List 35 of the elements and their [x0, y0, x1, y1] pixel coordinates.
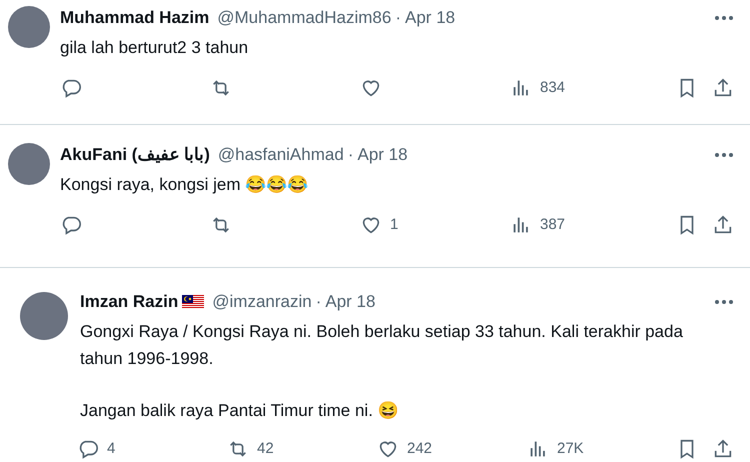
reply-icon	[60, 77, 82, 100]
retweet-button[interactable]: 42	[227, 438, 297, 460]
avatar[interactable]	[8, 143, 50, 185]
more-icon	[714, 152, 734, 158]
more-icon	[714, 15, 734, 21]
views-button[interactable]: 27K	[527, 438, 597, 460]
avatar[interactable]	[20, 292, 68, 340]
author-name[interactable]: Muhammad Hazim	[60, 6, 210, 30]
like-button[interactable]: 242	[377, 438, 447, 460]
reply-icon	[77, 438, 99, 460]
post-text: Kongsi raya, kongsi jem 😂😂😂	[60, 174, 310, 196]
separator-dot: ·	[395, 7, 402, 29]
post-date[interactable]: Apr 18	[325, 290, 376, 314]
avatar[interactable]	[8, 6, 50, 48]
author-handle[interactable]: @imzanrazin	[212, 290, 312, 314]
separator-dot: ·	[316, 291, 322, 313]
more-options-button[interactable]	[714, 299, 734, 305]
more-icon	[714, 299, 734, 305]
author-handle[interactable]: @MuhammadHazim86	[217, 6, 392, 30]
like-button[interactable]: 1	[360, 214, 430, 236]
author-handle[interactable]: @hasfaniAhmad	[218, 143, 344, 167]
post-date[interactable]: Apr 18	[357, 143, 408, 167]
post-text: gila lah berturut2 3 tahun	[60, 37, 250, 59]
reply-icon	[60, 214, 82, 236]
views-button[interactable]: 834	[510, 77, 580, 100]
post-date[interactable]: Apr 18	[405, 6, 456, 30]
separator-dot: ·	[348, 144, 354, 166]
views-button[interactable]: 387	[510, 214, 580, 236]
post-text: Jangan balik raya Pantai Timur time ni. 😆	[80, 400, 400, 422]
author-name[interactable]: AkuFani (بابا عفيف)	[60, 143, 210, 167]
post-text: Gongxi Raya / Kongsi Raya ni. Boleh berlaku setiap 33 tahun. Kali terakhir pada tahun 1996-1998.	[80, 321, 684, 370]
more-options-button[interactable]	[714, 152, 734, 158]
author-name[interactable]: Imzan Razin	[80, 290, 178, 314]
reply-button[interactable]: 4	[77, 438, 147, 460]
more-options-button[interactable]	[714, 15, 734, 21]
